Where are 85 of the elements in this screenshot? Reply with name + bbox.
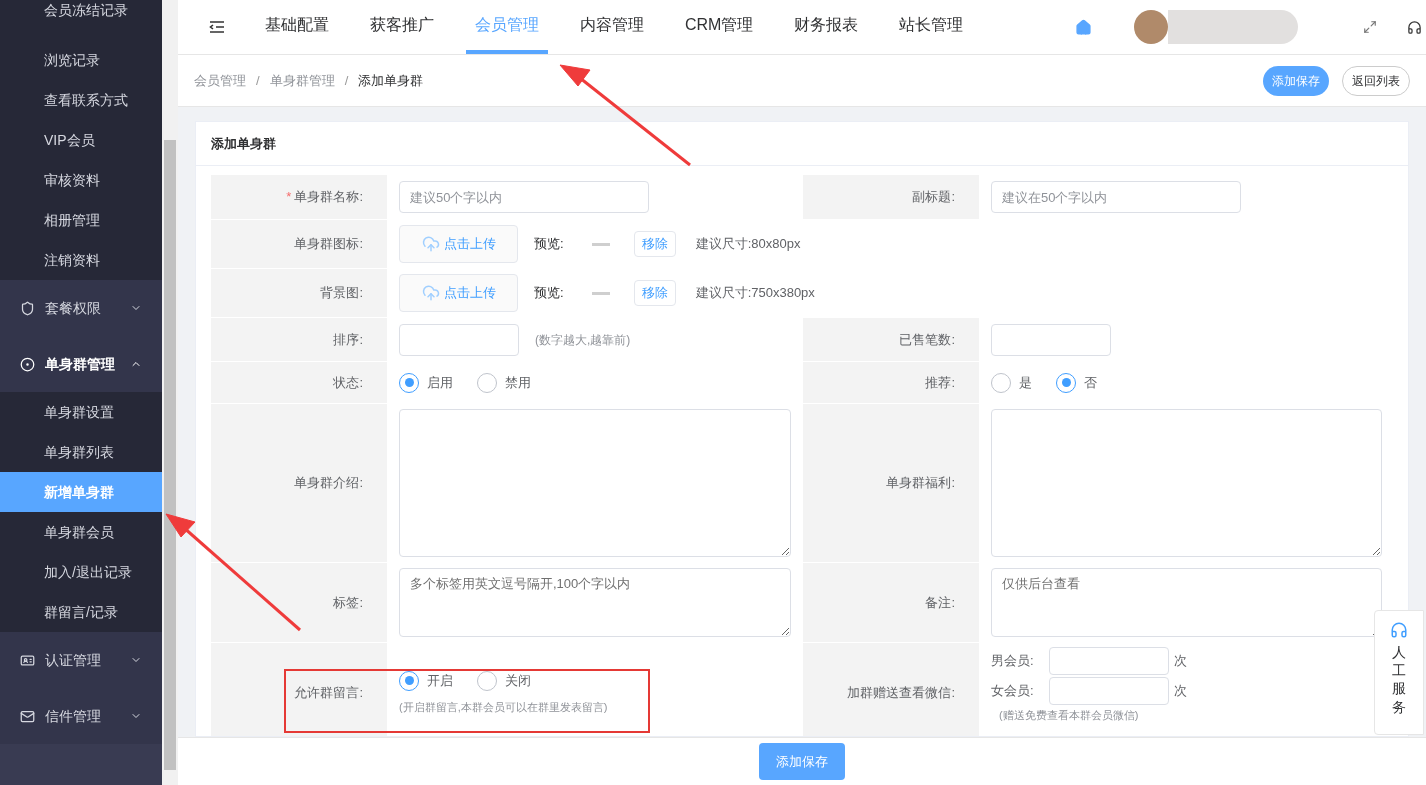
sidebar-item[interactable]: 浏览记录 <box>0 40 162 80</box>
sidebar-item[interactable]: 单身群列表 <box>0 432 162 472</box>
unit-label: 次 <box>1174 682 1187 701</box>
sidebar-group[interactable]: 单身群管理 <box>0 336 162 392</box>
radio-option[interactable]: 开启 <box>399 670 453 691</box>
scrollbar[interactable] <box>162 0 178 785</box>
service-widget[interactable]: 人工服务 <box>1374 610 1424 735</box>
preview-thumbnail <box>591 242 610 246</box>
size-hint: 建议尺寸:750x380px <box>695 284 815 303</box>
sidebar-item[interactable]: 查看联系方式 <box>0 80 162 120</box>
textarea-field[interactable] <box>399 409 791 557</box>
radio-option[interactable]: 关闭 <box>477 670 531 691</box>
hint-text: (数字越大,越靠前) <box>535 331 631 349</box>
field-label: 单身群图标: <box>294 235 363 254</box>
field-label: 已售笔数: <box>899 330 955 349</box>
sidebar-item[interactable]: 审核资料 <box>0 160 162 200</box>
breadcrumb-separator: / <box>256 71 260 90</box>
size-hint: 建议尺寸:80x80px <box>695 235 801 254</box>
textarea-field[interactable] <box>991 409 1382 557</box>
count-input[interactable] <box>1049 677 1169 705</box>
menu-fold-icon <box>209 21 225 33</box>
nav-tab[interactable]: 内容管理 <box>571 0 653 54</box>
nav-tab[interactable]: 财务报表 <box>785 0 868 54</box>
target-icon <box>20 356 35 372</box>
home-icon <box>1075 18 1092 36</box>
field-label: 备注: <box>925 593 955 612</box>
field-label: 推荐: <box>925 373 955 392</box>
preview-thumbnail <box>591 291 610 295</box>
breadcrumb-item: 添加单身群 <box>358 71 424 90</box>
hint-text: (赠送免费查看本群会员微信) <box>999 708 1140 723</box>
field-label: 背景图: <box>320 284 363 303</box>
field-label: 单身群介绍: <box>294 474 363 493</box>
radio-option[interactable]: 禁用 <box>477 372 531 393</box>
unit-label: 次 <box>1174 652 1187 671</box>
text-input[interactable]: 建议在50个字以内 <box>991 181 1241 213</box>
sidebar-item[interactable]: 相册管理 <box>0 200 162 240</box>
textarea-field[interactable]: 仅供后台查看 <box>991 568 1382 637</box>
sidebar-item[interactable]: 群留言/记录 <box>0 592 162 632</box>
field-label: 标签: <box>333 593 363 612</box>
nav-tab[interactable]: CRM管理 <box>676 0 763 54</box>
nav-tab[interactable]: 站长管理 <box>890 0 973 54</box>
sidebar-item[interactable]: 单身群会员 <box>0 512 162 552</box>
field-label: 允许群留言: <box>294 684 363 703</box>
count-input[interactable] <box>1049 647 1169 675</box>
field-label: 单身群福利: <box>886 474 955 493</box>
preview-label: 预览: <box>534 284 564 303</box>
sidebar-item[interactable]: VIP会员 <box>0 120 162 160</box>
radio-option[interactable]: 否 <box>1056 372 1097 393</box>
number-input[interactable] <box>991 323 1111 356</box>
textarea-field[interactable]: 多个标签用英文逗号隔开,100个字以内 <box>399 568 791 637</box>
field-label: 状态: <box>333 373 363 392</box>
headset-icon <box>1407 19 1422 35</box>
id-card-icon <box>20 652 35 668</box>
sidebar-item[interactable]: 注销资料 <box>0 240 162 280</box>
radio-option[interactable]: 启用 <box>399 372 453 393</box>
breadcrumb-separator: / <box>344 71 349 90</box>
field-label: 男会员: <box>991 652 1035 671</box>
mail-icon <box>20 708 35 724</box>
cloud-upload-icon <box>421 284 440 302</box>
required-mark: * <box>286 188 292 207</box>
nav-tab[interactable]: 获客推广 <box>361 0 443 54</box>
fullscreen-icon <box>1363 20 1377 34</box>
field-label: 副标题: <box>912 188 955 207</box>
radio-option[interactable]: 是 <box>991 372 1032 393</box>
headset-icon <box>1390 621 1408 639</box>
user-avatar[interactable] <box>1134 10 1168 44</box>
field-label: 加群赠送查看微信: <box>847 684 955 703</box>
sidebar-item[interactable]: 单身群设置 <box>0 392 162 432</box>
card-title: 添加单身群 <box>196 122 1408 166</box>
nav-tab[interactable]: 基础配置 <box>256 0 338 54</box>
preview-label: 预览: <box>534 235 564 254</box>
sidebar-item[interactable]: 会员冻结记录 <box>0 0 162 40</box>
back-button[interactable]: 返回列表 <box>1342 65 1410 96</box>
field-label: 女会员: <box>991 682 1035 701</box>
field-label: 排序: <box>333 330 363 349</box>
field-label: 单身群名称: <box>294 188 363 207</box>
number-input[interactable] <box>399 323 519 356</box>
hint-text: (开启群留言,本群会员可以在群里发表留言) <box>399 699 609 715</box>
sidebar-item[interactable]: 加入/退出记录 <box>0 552 162 592</box>
sidebar-group[interactable]: 信件管理 <box>0 688 162 744</box>
text-input[interactable]: 建议50个字以内 <box>399 181 649 213</box>
sidebar-group[interactable]: 套餐权限 <box>0 280 162 336</box>
shield-icon <box>20 300 35 316</box>
cloud-upload-icon <box>421 235 440 253</box>
sidebar-group[interactable]: 认证管理 <box>0 632 162 688</box>
